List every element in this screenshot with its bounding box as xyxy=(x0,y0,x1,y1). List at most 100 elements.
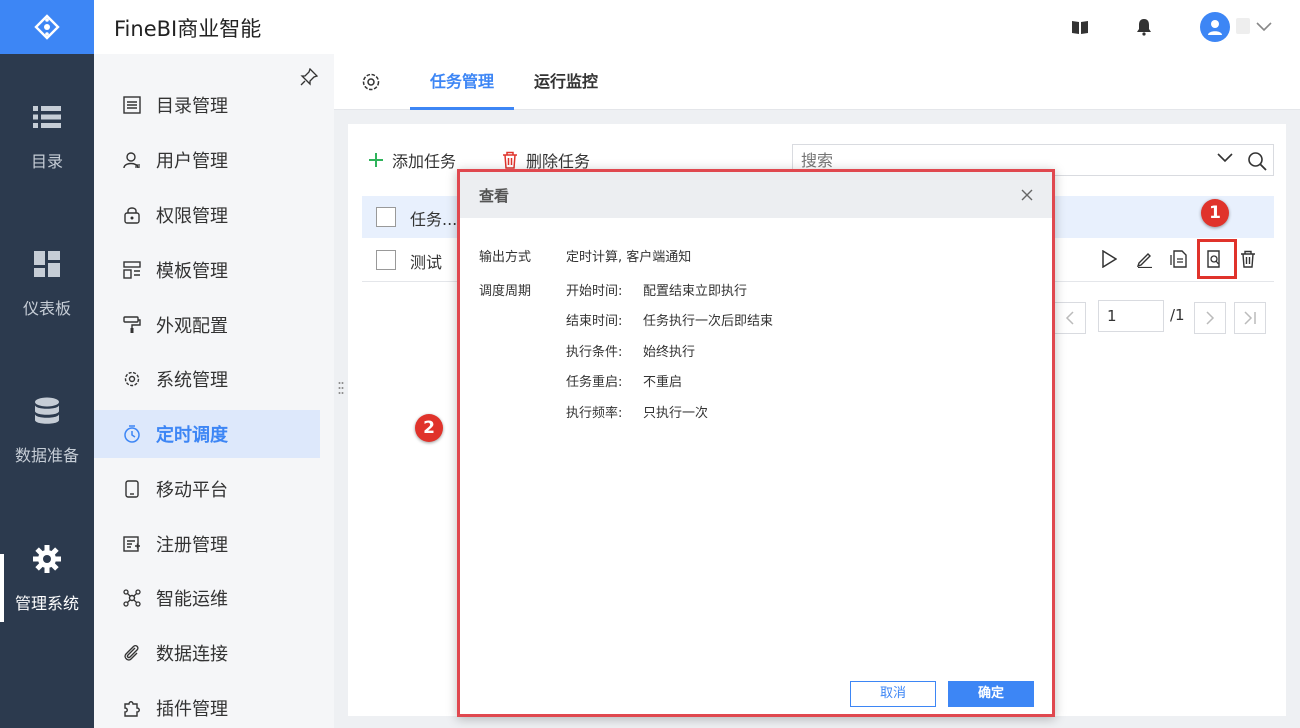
next-page-button[interactable] xyxy=(1194,302,1226,334)
left-nav: 目录 仪表板 数据准备 管理系统 xyxy=(0,54,94,728)
gear-icon xyxy=(33,542,61,576)
list-icon xyxy=(33,100,61,134)
logo-icon xyxy=(34,14,60,40)
nav-label: 目录 xyxy=(30,152,63,171)
nav-item-admin[interactable]: 管理系统 xyxy=(0,542,94,652)
chevron-down-icon[interactable] xyxy=(1217,153,1233,163)
sidebar-item-label: 定时调度 xyxy=(156,425,228,446)
dashboard-icon xyxy=(34,247,60,281)
sidebar-item-catalog[interactable]: 目录管理 xyxy=(94,81,320,129)
frequency-value: 只执行一次 xyxy=(643,406,709,421)
annotation-marker-1: 1 xyxy=(1201,199,1229,227)
sidebar-item-mobile[interactable]: 移动平台 xyxy=(94,465,320,513)
frequency-key: 执行频率: xyxy=(566,406,623,421)
sidebar-item-label: 注册管理 xyxy=(156,535,228,556)
sidebar-item-label: 模板管理 xyxy=(156,261,228,282)
avatar[interactable] xyxy=(1200,12,1230,42)
cancel-button[interactable]: 取消 xyxy=(850,681,936,707)
sidebar-item-label: 移动平台 xyxy=(156,480,228,501)
sidebar-item-permissions[interactable]: 权限管理 xyxy=(94,191,320,239)
edit-icon[interactable] xyxy=(1134,248,1156,270)
search-input[interactable] xyxy=(801,149,1201,171)
start-time-key: 开始时间: xyxy=(566,284,623,299)
copy-icon[interactable] xyxy=(1168,248,1190,270)
resize-handle[interactable] xyxy=(338,380,344,400)
tab-task-management[interactable]: 任务管理 xyxy=(410,54,514,110)
dialog-header: 查看 xyxy=(460,172,1052,218)
nav-label: 数据准备 xyxy=(14,446,79,465)
user-icon xyxy=(1208,20,1222,35)
run-icon[interactable] xyxy=(1098,248,1120,270)
dialog-title: 查看 xyxy=(479,187,510,205)
sidebar-item-data-connection[interactable]: 数据连接 xyxy=(94,629,320,677)
output-label: 输出方式 xyxy=(479,250,532,265)
nav-item-dashboard[interactable]: 仪表板 xyxy=(0,247,94,357)
delete-row-icon[interactable] xyxy=(1237,248,1259,270)
settings-gear-icon[interactable] xyxy=(361,72,381,92)
select-all-checkbox[interactable] xyxy=(376,207,396,227)
sidebar-item-plugins[interactable]: 插件管理 xyxy=(94,684,320,728)
sidebar-item-label: 用户管理 xyxy=(156,151,228,172)
restart-key: 任务重启: xyxy=(566,375,623,390)
last-page-icon xyxy=(1244,311,1256,325)
admin-sidebar: 目录管理 用户管理 权限管理 模板管理 外观配置 系统管理 定时调度 移动平台 … xyxy=(94,54,334,728)
plus-icon xyxy=(369,153,383,167)
ok-button[interactable]: 确定 xyxy=(948,681,1034,707)
view-dialog: 查看 输出方式 定时计算, 客户端通知 调度周期 开始时间: 配置结束立即执行 … xyxy=(457,169,1055,717)
paperclip-icon xyxy=(122,643,142,663)
chevron-right-icon xyxy=(1206,311,1215,325)
puzzle-icon xyxy=(122,698,142,718)
tab-run-monitor[interactable]: 运行监控 xyxy=(534,54,598,110)
sidebar-item-system[interactable]: 系统管理 xyxy=(94,355,320,403)
tab-bar: 任务管理 运行监控 xyxy=(334,54,1300,110)
timer-icon xyxy=(122,424,142,444)
gear-icon xyxy=(122,369,142,389)
user-icon xyxy=(122,150,142,170)
sidebar-item-label: 数据连接 xyxy=(156,644,228,665)
nav-item-data-prep[interactable]: 数据准备 xyxy=(0,394,94,504)
end-time-value: 任务执行一次后即结束 xyxy=(643,314,774,329)
sidebar-item-ops[interactable]: 智能运维 xyxy=(94,574,320,622)
page-total: /1 xyxy=(1170,306,1185,324)
close-icon[interactable] xyxy=(1020,188,1034,202)
user-name-placeholder xyxy=(1236,18,1250,34)
output-value: 定时计算, 客户端通知 xyxy=(566,250,692,265)
sidebar-item-users[interactable]: 用户管理 xyxy=(94,136,320,184)
book-icon[interactable] xyxy=(1070,17,1090,37)
nav-label: 仪表板 xyxy=(22,299,71,318)
add-task-button[interactable]: 添加任务 xyxy=(368,148,456,172)
condition-key: 执行条件: xyxy=(566,345,623,360)
sidebar-item-label: 目录管理 xyxy=(156,96,228,117)
nav-item-catalog[interactable]: 目录 xyxy=(0,100,94,210)
sidebar-item-appearance[interactable]: 外观配置 xyxy=(94,301,320,349)
start-time-value: 配置结束立即执行 xyxy=(643,284,748,299)
sidebar-item-label: 智能运维 xyxy=(156,589,228,610)
chevron-left-icon xyxy=(1065,311,1074,325)
database-icon xyxy=(34,394,60,428)
trash-icon xyxy=(503,151,517,169)
restart-value: 不重启 xyxy=(643,375,683,390)
page-input[interactable]: 1 xyxy=(1098,300,1164,332)
view-icon-highlight xyxy=(1197,239,1237,279)
column-header-name: 任务... xyxy=(410,210,458,229)
bell-icon[interactable] xyxy=(1134,17,1154,37)
app-title: FineBI商业智能 xyxy=(114,17,262,41)
network-icon xyxy=(122,588,142,608)
sidebar-item-label: 权限管理 xyxy=(156,206,228,227)
prev-page-button[interactable] xyxy=(1054,302,1086,334)
lock-icon xyxy=(122,205,142,225)
row-checkbox[interactable] xyxy=(376,250,396,270)
active-indicator xyxy=(0,554,4,622)
condition-value: 始终执行 xyxy=(643,345,696,360)
sidebar-item-registration[interactable]: 注册管理 xyxy=(94,520,320,568)
sidebar-item-templates[interactable]: 模板管理 xyxy=(94,246,320,294)
nav-label: 管理系统 xyxy=(14,594,79,613)
catalog-icon xyxy=(122,95,142,115)
paint-roller-icon xyxy=(122,315,142,335)
annotation-marker-2: 2 xyxy=(415,414,443,442)
last-page-button[interactable] xyxy=(1234,302,1266,334)
chevron-down-icon[interactable] xyxy=(1254,17,1274,37)
sidebar-item-scheduling[interactable]: 定时调度 xyxy=(94,410,320,458)
search-icon[interactable] xyxy=(1247,151,1267,171)
logo[interactable] xyxy=(0,0,94,54)
